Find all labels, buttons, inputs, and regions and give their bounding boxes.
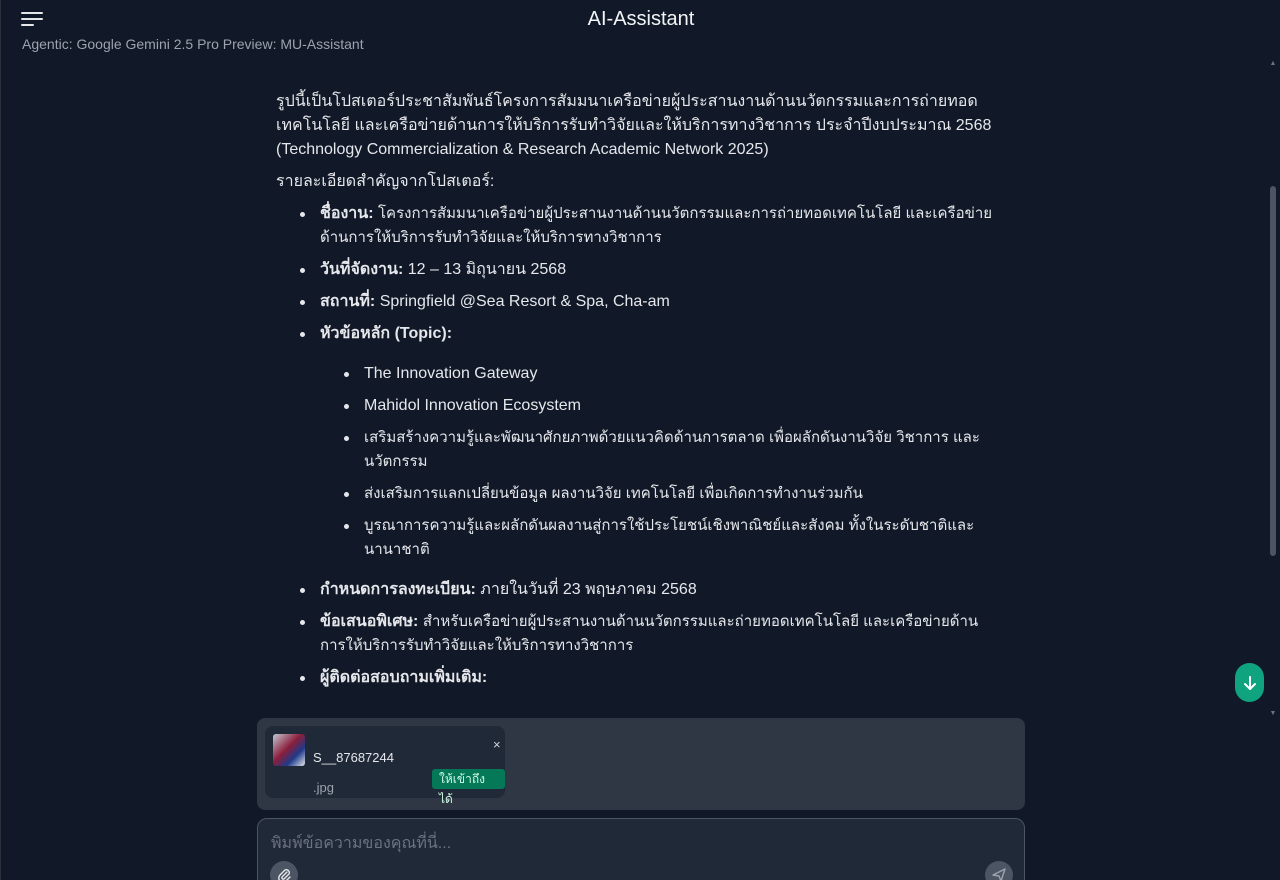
message-intro: รูปนี้เป็นโปสเตอร์ประชาสัมพันธ์โครงการสั… bbox=[276, 93, 992, 158]
arrow-down-icon bbox=[1243, 675, 1256, 690]
list-item: วันที่จัดงาน: 12 – 13 มิถุนายน 2568 bbox=[276, 258, 996, 282]
list-item: ผู้ติดต่อสอบถามเพิ่มเติม: bbox=[276, 666, 996, 690]
item-label: สถานที่: bbox=[320, 293, 376, 310]
item-label: ผู้ติดต่อสอบถามเพิ่มเติม: bbox=[320, 669, 488, 686]
close-icon[interactable]: × bbox=[493, 738, 501, 751]
topics-list: The Innovation Gateway Mahidol Innovatio… bbox=[320, 362, 996, 562]
scrollbar-thumb[interactable] bbox=[1270, 186, 1276, 556]
list-item: ชื่องาน: โครงการสัมมนาเครือข่ายผู้ประสาน… bbox=[276, 202, 996, 250]
send-icon[interactable] bbox=[985, 861, 1013, 880]
list-item: ข้อเสนอพิเศษ: สำหรับเครือข่ายผู้ประสานงา… bbox=[276, 610, 996, 658]
item-value: Springfield @Sea Resort & Spa, Cha-am bbox=[379, 293, 670, 310]
model-subtitle: Agentic: Google Gemini 2.5 Pro Preview: … bbox=[22, 36, 364, 52]
list-item: หัวข้อหลัก (Topic): The Innovation Gatew… bbox=[276, 322, 996, 562]
topic-item: ส่งเสริมการแลกเปลี่ยนข้อมูล ผลงานวิจัย เ… bbox=[320, 482, 996, 506]
details-heading: รายละเอียดสำคัญจากโปสเตอร์: bbox=[276, 173, 495, 190]
attachment-card[interactable]: S__87687244 .jpg × ให้เข้าถึงได้ bbox=[265, 726, 505, 806]
scrollbar[interactable]: ▲ ▼ bbox=[1269, 60, 1277, 718]
attachment-extension: .jpg bbox=[313, 780, 334, 795]
assistant-message: รูปนี้เป็นโปสเตอร์ประชาสัมพันธ์โครงการสั… bbox=[276, 90, 996, 698]
item-value: 12 – 13 มิถุนายน 2568 bbox=[407, 261, 567, 278]
message-input[interactable]: พิมพ์ข้อความของคุณที่นี่... bbox=[257, 818, 1025, 880]
item-value: สำหรับเครือข่ายผู้ประสานงานด้านนวัตกรรมแ… bbox=[320, 613, 979, 654]
header: AI-Assistant Agentic: Google Gemini 2.5 … bbox=[1, 0, 1280, 60]
scroll-up-arrow[interactable]: ▲ bbox=[1269, 60, 1277, 68]
attachments-panel: S__87687244 .jpg × ให้เข้าถึงได้ bbox=[257, 718, 1025, 810]
attachment-name: S__87687244 bbox=[313, 750, 394, 765]
topic-item: The Innovation Gateway bbox=[320, 362, 996, 386]
item-value: ภายในวันที่ 23 พฤษภาคม 2568 bbox=[480, 581, 697, 598]
attachment-thumbnail bbox=[273, 734, 305, 766]
topic-item: บูรณาการความรู้และผลักดันผลงานสู่การใช้ป… bbox=[320, 514, 996, 562]
item-label: หัวข้อหลัก (Topic): bbox=[320, 325, 453, 342]
item-value: โครงการสัมมนาเครือข่ายผู้ประสานงานด้านนว… bbox=[320, 205, 993, 246]
scroll-down-arrow[interactable]: ▼ bbox=[1269, 710, 1277, 718]
details-list: ชื่องาน: โครงการสัมมนาเครือข่ายผู้ประสาน… bbox=[276, 202, 996, 690]
paperclip-icon[interactable] bbox=[270, 861, 298, 880]
item-label: กำหนดการลงทะเบียน: bbox=[320, 581, 476, 598]
item-label: ข้อเสนอพิเศษ: bbox=[320, 613, 419, 630]
app-window: AI-Assistant Agentic: Google Gemini 2.5 … bbox=[0, 0, 1280, 880]
list-item: สถานที่: Springfield @Sea Resort & Spa, … bbox=[276, 290, 996, 314]
access-badge: ให้เข้าถึงได้ bbox=[432, 769, 505, 806]
topic-item: เสริมสร้างความรู้และพัฒนาศักยภาพด้วยแนวค… bbox=[320, 426, 996, 474]
item-label: ชื่องาน: bbox=[320, 205, 374, 222]
app-title: AI-Assistant bbox=[587, 8, 695, 30]
list-item: กำหนดการลงทะเบียน: ภายในวันที่ 23 พฤษภาค… bbox=[276, 578, 996, 602]
input-placeholder: พิมพ์ข้อความของคุณที่นี่... bbox=[271, 835, 452, 852]
item-label: วันที่จัดงาน: bbox=[320, 261, 404, 278]
scroll-to-bottom-button[interactable] bbox=[1235, 663, 1264, 702]
topic-item: Mahidol Innovation Ecosystem bbox=[320, 394, 996, 418]
